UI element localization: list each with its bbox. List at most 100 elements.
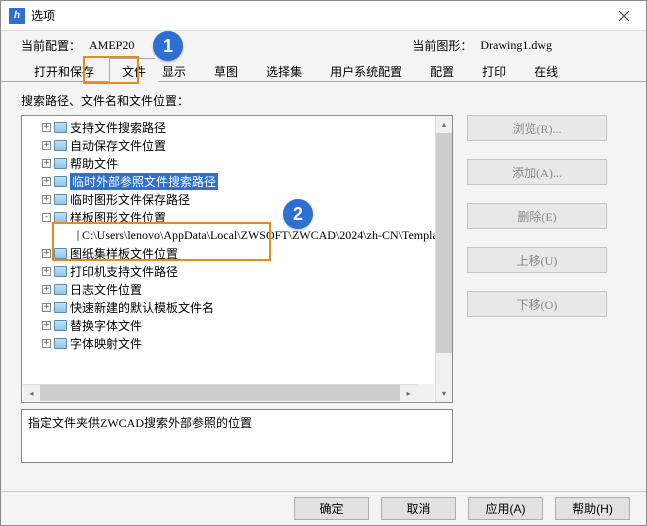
apply-button[interactable]: 应用(A): [468, 497, 543, 520]
folder-icon: [54, 158, 67, 169]
tree-node-label: 临时图形文件保存路径: [70, 191, 190, 208]
tab-display[interactable]: 显示: [155, 58, 199, 81]
close-icon: [619, 11, 629, 21]
tree-node[interactable]: + 日志文件位置: [26, 280, 435, 298]
tree-node[interactable]: + 快速新建的默认模板文件名: [26, 298, 435, 316]
current-drawing-label: 当前图形：: [412, 37, 472, 54]
tree-row: +支持文件搜索路径+自动保存文件位置+帮助文件+临时外部参照文件搜索路径+临时图…: [21, 115, 626, 403]
tree-node[interactable]: + 临时外部参照文件搜索路径: [26, 172, 435, 190]
delete-button[interactable]: 删除(E): [467, 203, 607, 229]
expand-icon[interactable]: +: [42, 195, 51, 204]
folder-icon: [54, 212, 67, 223]
tree-node-label: 打印机支持文件路径: [70, 263, 178, 280]
scroll-down-button[interactable]: ▾: [436, 385, 452, 402]
scrollbar-vertical[interactable]: ▴ ▾: [435, 116, 452, 402]
tree-node-label: 自动保存文件位置: [70, 137, 166, 154]
tab-online[interactable]: 在线: [521, 58, 571, 81]
tab-profiles[interactable]: 配置: [417, 58, 467, 81]
annotation-badge-1: 1: [153, 31, 183, 61]
tab-files[interactable]: 文件: [109, 58, 159, 82]
folder-icon: [54, 284, 67, 295]
tree-node-label: 字体映射文件: [70, 335, 142, 352]
tree-node-label: C:\Users\lenovo\AppData\Local\ZWSOFT\ZWC…: [82, 228, 435, 243]
folder-icon: [54, 122, 67, 133]
tree-node[interactable]: - 样板图形文件位置: [26, 208, 435, 226]
scroll-left-button[interactable]: ◂: [23, 385, 40, 401]
expand-icon[interactable]: +: [42, 285, 51, 294]
current-drawing-value: Drawing1.dwg: [480, 38, 552, 53]
help-button[interactable]: 帮助(H): [555, 497, 630, 520]
tree-node-label: 帮助文件: [70, 155, 118, 172]
tab-open-save[interactable]: 打开和保存: [21, 58, 107, 81]
expand-icon[interactable]: +: [42, 249, 51, 258]
ok-button[interactable]: 确定: [294, 497, 369, 520]
tab-drafting[interactable]: 草图: [201, 58, 251, 81]
tree-box: +支持文件搜索路径+自动保存文件位置+帮助文件+临时外部参照文件搜索路径+临时图…: [21, 115, 453, 403]
tab-print[interactable]: 打印: [469, 58, 519, 81]
current-config-label: 当前配置：: [21, 37, 81, 54]
tree-node[interactable]: + 临时图形文件保存路径: [26, 190, 435, 208]
footer: 确定 取消 应用(A) 帮助(H): [1, 491, 646, 525]
folder-icon: [54, 320, 67, 331]
app-icon: h: [9, 8, 25, 24]
tab-content: 搜索路径、文件名和文件位置： +支持文件搜索路径+自动保存文件位置+帮助文件+临…: [1, 82, 646, 491]
expand-icon[interactable]: +: [42, 267, 51, 276]
tree-node[interactable]: + 自动保存文件位置: [26, 136, 435, 154]
folder-icon: [54, 302, 67, 313]
config-row: 当前配置： AMEP20 当前图形： Drawing1.dwg: [1, 31, 646, 58]
folder-icon: [54, 140, 67, 151]
expand-icon[interactable]: +: [42, 123, 51, 132]
tree-scroll[interactable]: +支持文件搜索路径+自动保存文件位置+帮助文件+临时外部参照文件搜索路径+临时图…: [22, 116, 435, 402]
folder-icon: [54, 176, 67, 187]
tree-node[interactable]: + 帮助文件: [26, 154, 435, 172]
tree: +支持文件搜索路径+自动保存文件位置+帮助文件+临时外部参照文件搜索路径+临时图…: [22, 116, 435, 354]
folder-icon: [54, 194, 67, 205]
scroll-v-thumb[interactable]: [436, 133, 452, 353]
window-title: 选项: [31, 7, 601, 24]
expand-icon[interactable]: +: [42, 303, 51, 312]
tab-user-prefs[interactable]: 用户系统配置: [317, 58, 415, 81]
description-text: 指定文件夹供ZWCAD搜索外部参照的位置: [28, 416, 252, 430]
move-down-button[interactable]: 下移(O): [467, 291, 607, 317]
options-dialog: h 选项 当前配置： AMEP20 当前图形： Drawing1.dwg 打开和…: [0, 0, 647, 526]
scroll-up-button[interactable]: ▴: [436, 116, 452, 133]
tree-node[interactable]: + 图纸集样板文件位置: [26, 244, 435, 262]
expand-icon[interactable]: +: [42, 339, 51, 348]
annotation-badge-2: 2: [283, 199, 313, 229]
close-button[interactable]: [601, 1, 646, 30]
tree-node-label: 样板图形文件位置: [70, 209, 166, 226]
folder-icon: [54, 338, 67, 349]
tree-node[interactable]: +支持文件搜索路径: [26, 118, 435, 136]
scrollbar-horizontal[interactable]: ◂ ▸: [23, 384, 417, 401]
folder-icon: [54, 248, 67, 259]
tab-selection[interactable]: 选择集: [253, 58, 315, 81]
scroll-h-thumb[interactable]: [40, 385, 400, 401]
expand-icon[interactable]: +: [42, 177, 51, 186]
collapse-icon[interactable]: -: [42, 213, 51, 222]
expand-icon[interactable]: +: [42, 321, 51, 330]
side-buttons: 浏览(R)... 添加(A)... 删除(E) 上移(U) 下移(O): [467, 115, 607, 403]
tree-node[interactable]: + 字体映射文件: [26, 334, 435, 352]
tree-node-label: 快速新建的默认模板文件名: [70, 299, 214, 316]
file-icon: [77, 230, 79, 241]
tree-node[interactable]: + 打印机支持文件路径: [26, 262, 435, 280]
tree-node[interactable]: +替换字体文件: [26, 316, 435, 334]
current-drawing: 当前图形： Drawing1.dwg: [412, 37, 552, 54]
section-label: 搜索路径、文件名和文件位置：: [21, 92, 626, 109]
browse-button[interactable]: 浏览(R)...: [467, 115, 607, 141]
tabs-row: 打开和保存 文件 显示 草图 选择集 用户系统配置 配置 打印 在线: [1, 58, 646, 82]
move-up-button[interactable]: 上移(U): [467, 247, 607, 273]
scroll-v-track[interactable]: [436, 353, 452, 385]
titlebar: h 选项: [1, 1, 646, 31]
expand-icon[interactable]: +: [42, 141, 51, 150]
folder-icon: [54, 266, 67, 277]
add-button[interactable]: 添加(A)...: [467, 159, 607, 185]
tree-node-label: 图纸集样板文件位置: [70, 245, 178, 262]
scroll-right-button[interactable]: ▸: [400, 385, 417, 401]
tree-leaf[interactable]: C:\Users\lenovo\AppData\Local\ZWSOFT\ZWC…: [26, 226, 435, 244]
cancel-button[interactable]: 取消: [381, 497, 456, 520]
expand-icon[interactable]: +: [42, 159, 51, 168]
tree-node-label: 日志文件位置: [70, 281, 142, 298]
tree-node-label: 临时外部参照文件搜索路径: [70, 173, 218, 190]
current-config: 当前配置： AMEP20: [21, 37, 169, 54]
